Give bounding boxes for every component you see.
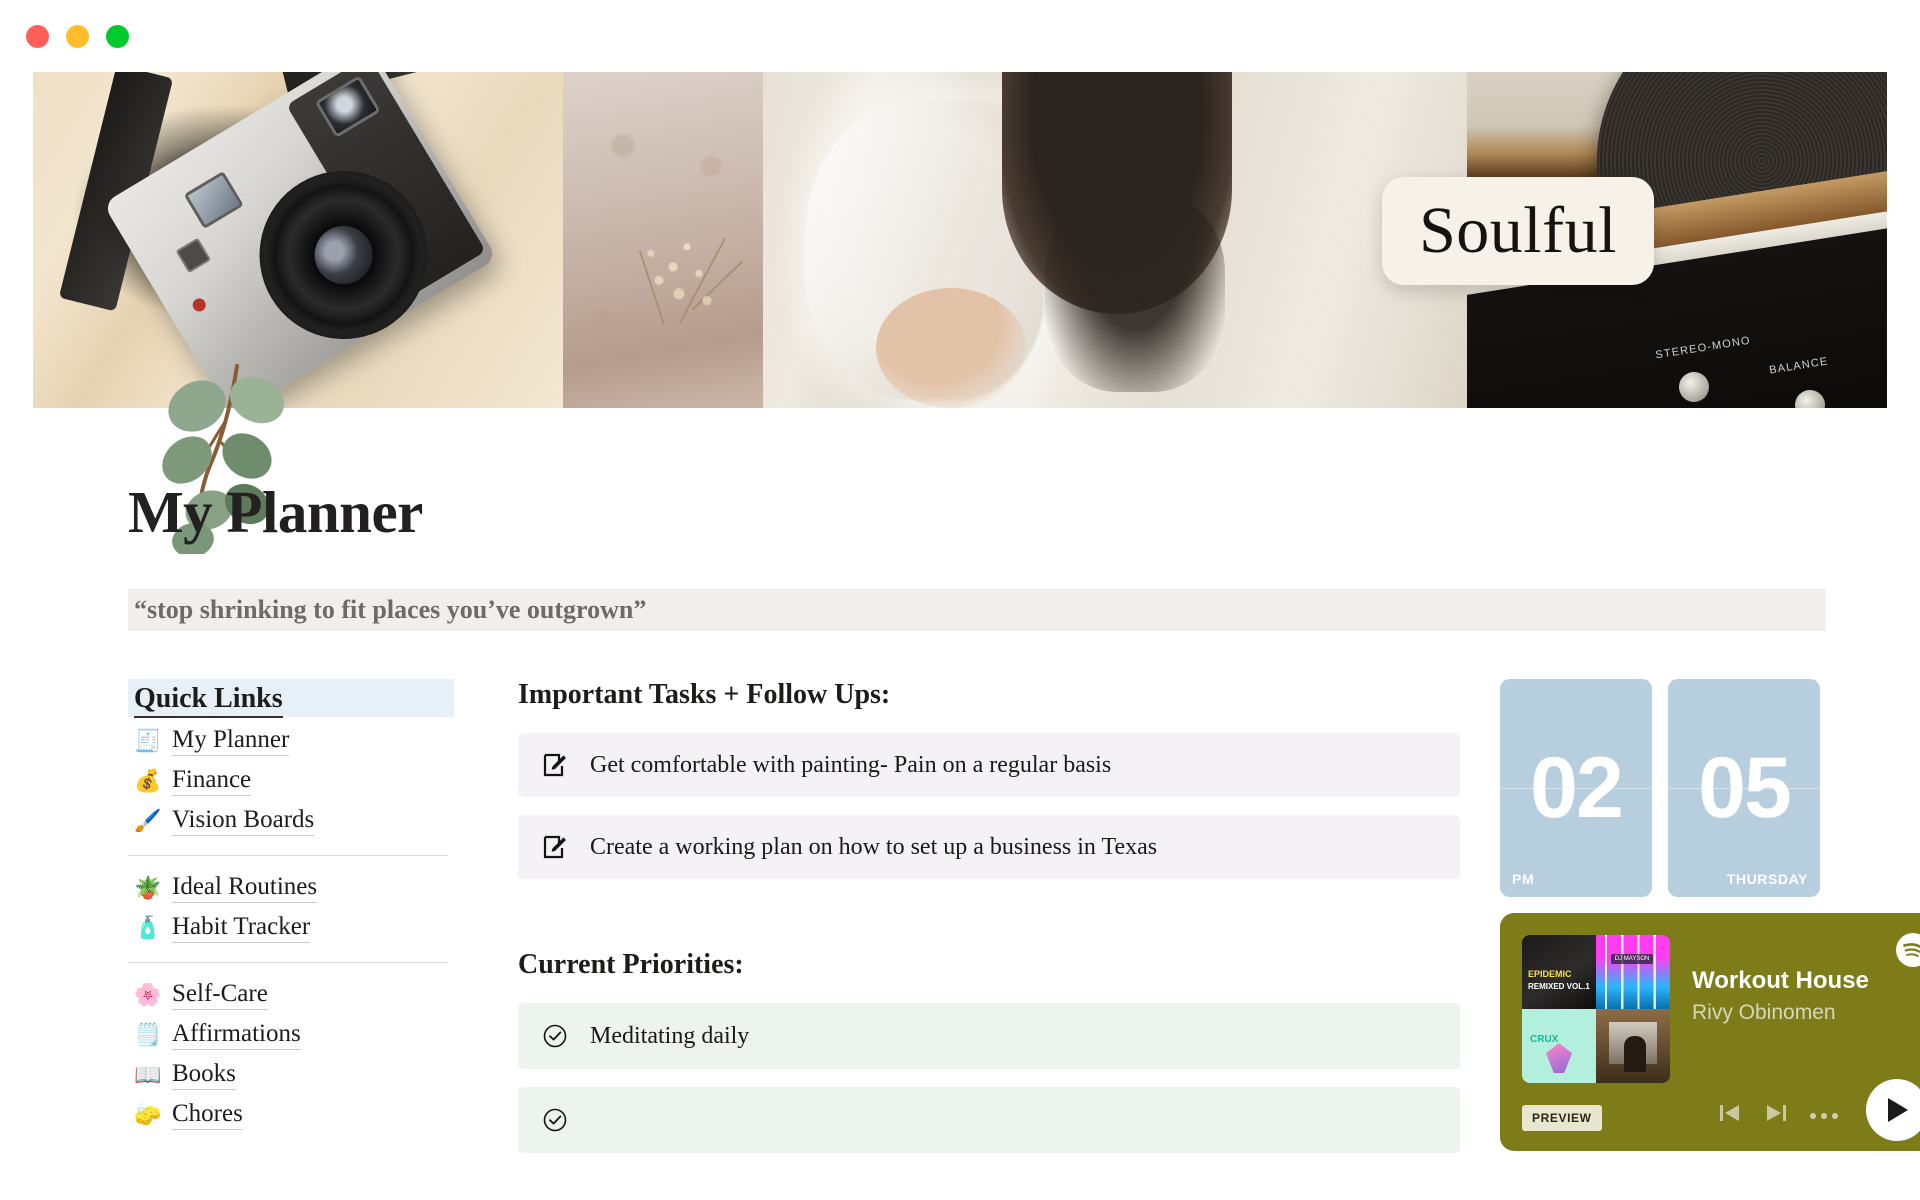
lotion-bottle-icon: 🧴: [134, 915, 162, 940]
flip-clock-meridiem: PM: [1512, 871, 1535, 887]
play-icon: [1888, 1098, 1908, 1122]
sidebar-divider: [128, 962, 448, 963]
window-title-bar: [0, 0, 1920, 72]
check-circle-icon: [542, 1023, 568, 1049]
sidebar-item-label: Chores: [172, 1100, 243, 1130]
notepad-icon: 🧾: [134, 728, 162, 753]
sidebar-item-habit-tracker[interactable]: 🧴 Habit Tracker: [128, 908, 454, 948]
right-rail: 02 PM 05 THURSDAY EPIDEMIC REMIXED VOL.1: [1500, 679, 1920, 1171]
important-tasks-title: Important Tasks + Follow Ups:: [518, 679, 891, 710]
sidebar-item-label: Books: [172, 1060, 236, 1090]
flip-clock-widget: 02 PM 05 THURSDAY: [1500, 679, 1892, 897]
self-care-icon: 🌸: [134, 982, 162, 1007]
album-art-quadrant: [1596, 1009, 1670, 1083]
sidebar-item-self-care[interactable]: 🌸 Self-Care: [128, 975, 454, 1015]
quick-links-group-2: 🪴 Ideal Routines 🧴 Habit Tracker: [128, 864, 454, 954]
sidebar-item-finance[interactable]: 💰 Finance: [128, 761, 454, 801]
window-close-button[interactable]: [26, 24, 49, 48]
soulful-badge: Soulful: [1382, 177, 1654, 285]
sidebar-item-ideal-routines[interactable]: 🪴 Ideal Routines: [128, 868, 454, 908]
album-art-line2: REMIXED VOL.1: [1528, 982, 1590, 991]
page-cover-banner: STEREO-MONO BALANCE Soulful: [33, 72, 1887, 558]
quick-links-sidebar: Quick Links 🧾 My Planner 💰 Finance 🖌️ Vi…: [128, 679, 454, 1171]
sidebar-item-label: My Planner: [172, 726, 290, 756]
priority-row[interactable]: [518, 1087, 1460, 1153]
sidebar-item-label: Affirmations: [172, 1020, 301, 1050]
album-art: EPIDEMIC REMIXED VOL.1 DJ MAYSON CRUX: [1522, 935, 1670, 1083]
album-art-quadrant: DJ MAYSON: [1596, 935, 1670, 1009]
sidebar-item-label: Self-Care: [172, 980, 268, 1010]
sidebar-item-vision-boards[interactable]: 🖌️ Vision Boards: [128, 801, 454, 841]
sidebar-item-chores[interactable]: 🧽 Chores: [128, 1095, 454, 1135]
priority-text: Meditating daily: [590, 1022, 750, 1049]
banner-image-white-shirt: [763, 72, 1467, 408]
sponge-icon: 🧽: [134, 1102, 162, 1127]
spotify-preview-badge: PREVIEW: [1522, 1105, 1602, 1131]
album-art-quadrant: CRUX: [1522, 1009, 1596, 1083]
quick-links-title: Quick Links: [134, 683, 283, 718]
previous-track-icon[interactable]: [1718, 1102, 1742, 1129]
note-board-icon: 🗒️: [134, 1022, 162, 1047]
quick-links-group-3: 🌸 Self-Care 🗒️ Affirmations 📖 Books 🧽 Ch…: [128, 971, 454, 1141]
play-button[interactable]: [1866, 1079, 1920, 1141]
hanging-plant-icon: 🪴: [134, 875, 162, 900]
open-book-icon: 📖: [134, 1062, 162, 1087]
task-row[interactable]: Get comfortable with painting- Pain on a…: [518, 733, 1460, 797]
window-minimize-button[interactable]: [66, 24, 89, 48]
next-track-icon[interactable]: [1764, 1102, 1788, 1129]
album-art-quadrant: EPIDEMIC REMIXED VOL.1: [1522, 935, 1596, 1009]
main-content: Important Tasks + Follow Ups: Get comfor…: [454, 679, 1500, 1171]
spotify-transport-controls: [1718, 1102, 1838, 1129]
spotify-player-widget[interactable]: EPIDEMIC REMIXED VOL.1 DJ MAYSON CRUX Wo…: [1500, 913, 1920, 1151]
quick-links-group-1: 🧾 My Planner 💰 Finance 🖌️ Vision Boards: [128, 717, 454, 847]
sidebar-item-label: Ideal Routines: [172, 873, 318, 903]
sidebar-item-books[interactable]: 📖 Books: [128, 1055, 454, 1095]
flip-clock-day-panel: 05 THURSDAY: [1668, 679, 1820, 897]
more-options-icon[interactable]: [1810, 1112, 1838, 1119]
priority-row[interactable]: Meditating daily: [518, 1003, 1460, 1069]
banner-image-dried-flowers: [563, 72, 763, 408]
album-art-chip: DJ MAYSON: [1610, 954, 1654, 965]
album-art-crux: CRUX: [1530, 1034, 1559, 1046]
money-bag-icon: 💰: [134, 768, 162, 793]
quick-links-header: Quick Links: [128, 679, 454, 718]
quote-text: “stop shrinking to fit places you’ve out…: [134, 595, 647, 624]
sidebar-item-affirmations[interactable]: 🗒️ Affirmations: [128, 1015, 454, 1055]
current-priorities-title: Current Priorities:: [518, 949, 744, 980]
sidebar-item-label: Finance: [172, 766, 252, 796]
task-text: Create a working plan on how to set up a…: [590, 833, 1158, 860]
banner-image-camera: [33, 72, 563, 408]
sidebar-item-label: Habit Tracker: [172, 913, 311, 943]
flip-clock-day-number: 05: [1698, 740, 1792, 836]
window-maximize-button[interactable]: [106, 24, 129, 48]
flip-clock-weekday: THURSDAY: [1726, 871, 1808, 887]
spotify-track-title: Workout House: [1692, 967, 1869, 994]
soulful-badge-label: Soulful: [1419, 194, 1617, 267]
flip-clock-hour-panel: 02 PM: [1500, 679, 1652, 897]
page-title: My Planner: [128, 479, 423, 545]
check-circle-icon: [542, 1107, 568, 1133]
edit-note-icon: [542, 752, 568, 778]
sidebar-item-my-planner[interactable]: 🧾 My Planner: [128, 721, 454, 761]
spotify-artist-name: Rivy Obinomen: [1692, 1001, 1836, 1024]
sidebar-divider: [128, 855, 448, 856]
spotify-logo-icon: [1896, 933, 1920, 972]
edit-note-icon: [542, 834, 568, 860]
flip-clock-hour: 02: [1530, 740, 1624, 836]
paintbrush-icon: 🖌️: [134, 808, 162, 833]
task-row[interactable]: Create a working plan on how to set up a…: [518, 815, 1460, 879]
quote-callout: “stop shrinking to fit places you’ve out…: [128, 589, 1826, 631]
task-text: Get comfortable with painting- Pain on a…: [590, 751, 1112, 778]
sidebar-item-label: Vision Boards: [172, 806, 315, 836]
album-art-line1: EPIDEMIC: [1528, 969, 1572, 979]
